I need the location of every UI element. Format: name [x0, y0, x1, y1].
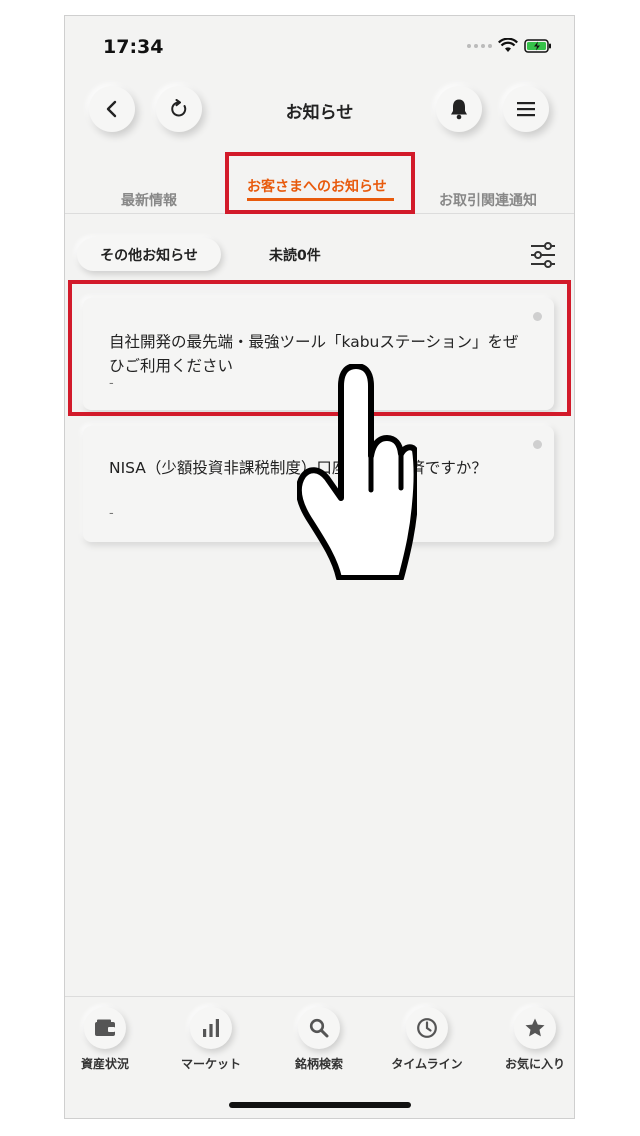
home-indicator — [229, 1102, 411, 1108]
status-bar: 17:34 — [65, 16, 574, 76]
nav-label: お気に入り — [504, 1057, 565, 1071]
nav-stock-search[interactable]: 銘柄検索 — [269, 1007, 369, 1072]
search-icon — [309, 1018, 329, 1038]
tab-trade-notifications[interactable]: お取引関連通知 — [439, 190, 537, 210]
sliders-icon[interactable] — [529, 242, 557, 268]
nav-label: タイムライン — [391, 1057, 463, 1071]
tab-highlight-frame — [225, 152, 415, 214]
nav-assets[interactable]: 資産状況 — [65, 1007, 155, 1072]
nav-market[interactable]: マーケット — [161, 1007, 261, 1072]
notification-button[interactable] — [436, 86, 482, 132]
nav-favorites[interactable]: お気に入り — [485, 1007, 574, 1072]
page-title: お知らせ — [285, 103, 354, 123]
clock-icon — [417, 1018, 437, 1038]
wallet-icon — [95, 1019, 115, 1036]
battery-icon — [524, 38, 551, 53]
hamburger-icon — [517, 102, 535, 117]
tab-latest-info[interactable]: 最新情報 — [121, 190, 177, 210]
status-icons — [467, 38, 552, 53]
unread-dot — [533, 440, 542, 449]
wifi-icon — [498, 38, 518, 52]
pointing-hand-icon — [297, 364, 417, 580]
menu-button[interactable] — [503, 86, 549, 132]
phone-screen: 17:34 お知らせ 最新情報 お客さまへのお知らせ お取引関連通知 その他お知… — [64, 15, 575, 1119]
nav-label: 銘柄検索 — [294, 1057, 343, 1071]
notice-date: - — [109, 506, 114, 521]
status-time: 17:34 — [103, 36, 164, 58]
other-notices-pill[interactable]: その他お知らせ — [77, 238, 221, 271]
star-icon — [525, 1018, 545, 1037]
unread-count: 未読0件 — [269, 248, 321, 264]
nav-label: 資産状況 — [80, 1057, 129, 1071]
nav-timeline[interactable]: タイムライン — [377, 1007, 477, 1072]
nav-label: マーケット — [180, 1057, 241, 1071]
bell-icon — [451, 99, 467, 120]
signal-icon — [467, 43, 492, 48]
bar-chart-icon — [203, 1019, 219, 1037]
bottom-nav: 資産状況 マーケット 銘柄検索 タイムライン お気に入り — [65, 996, 574, 1118]
